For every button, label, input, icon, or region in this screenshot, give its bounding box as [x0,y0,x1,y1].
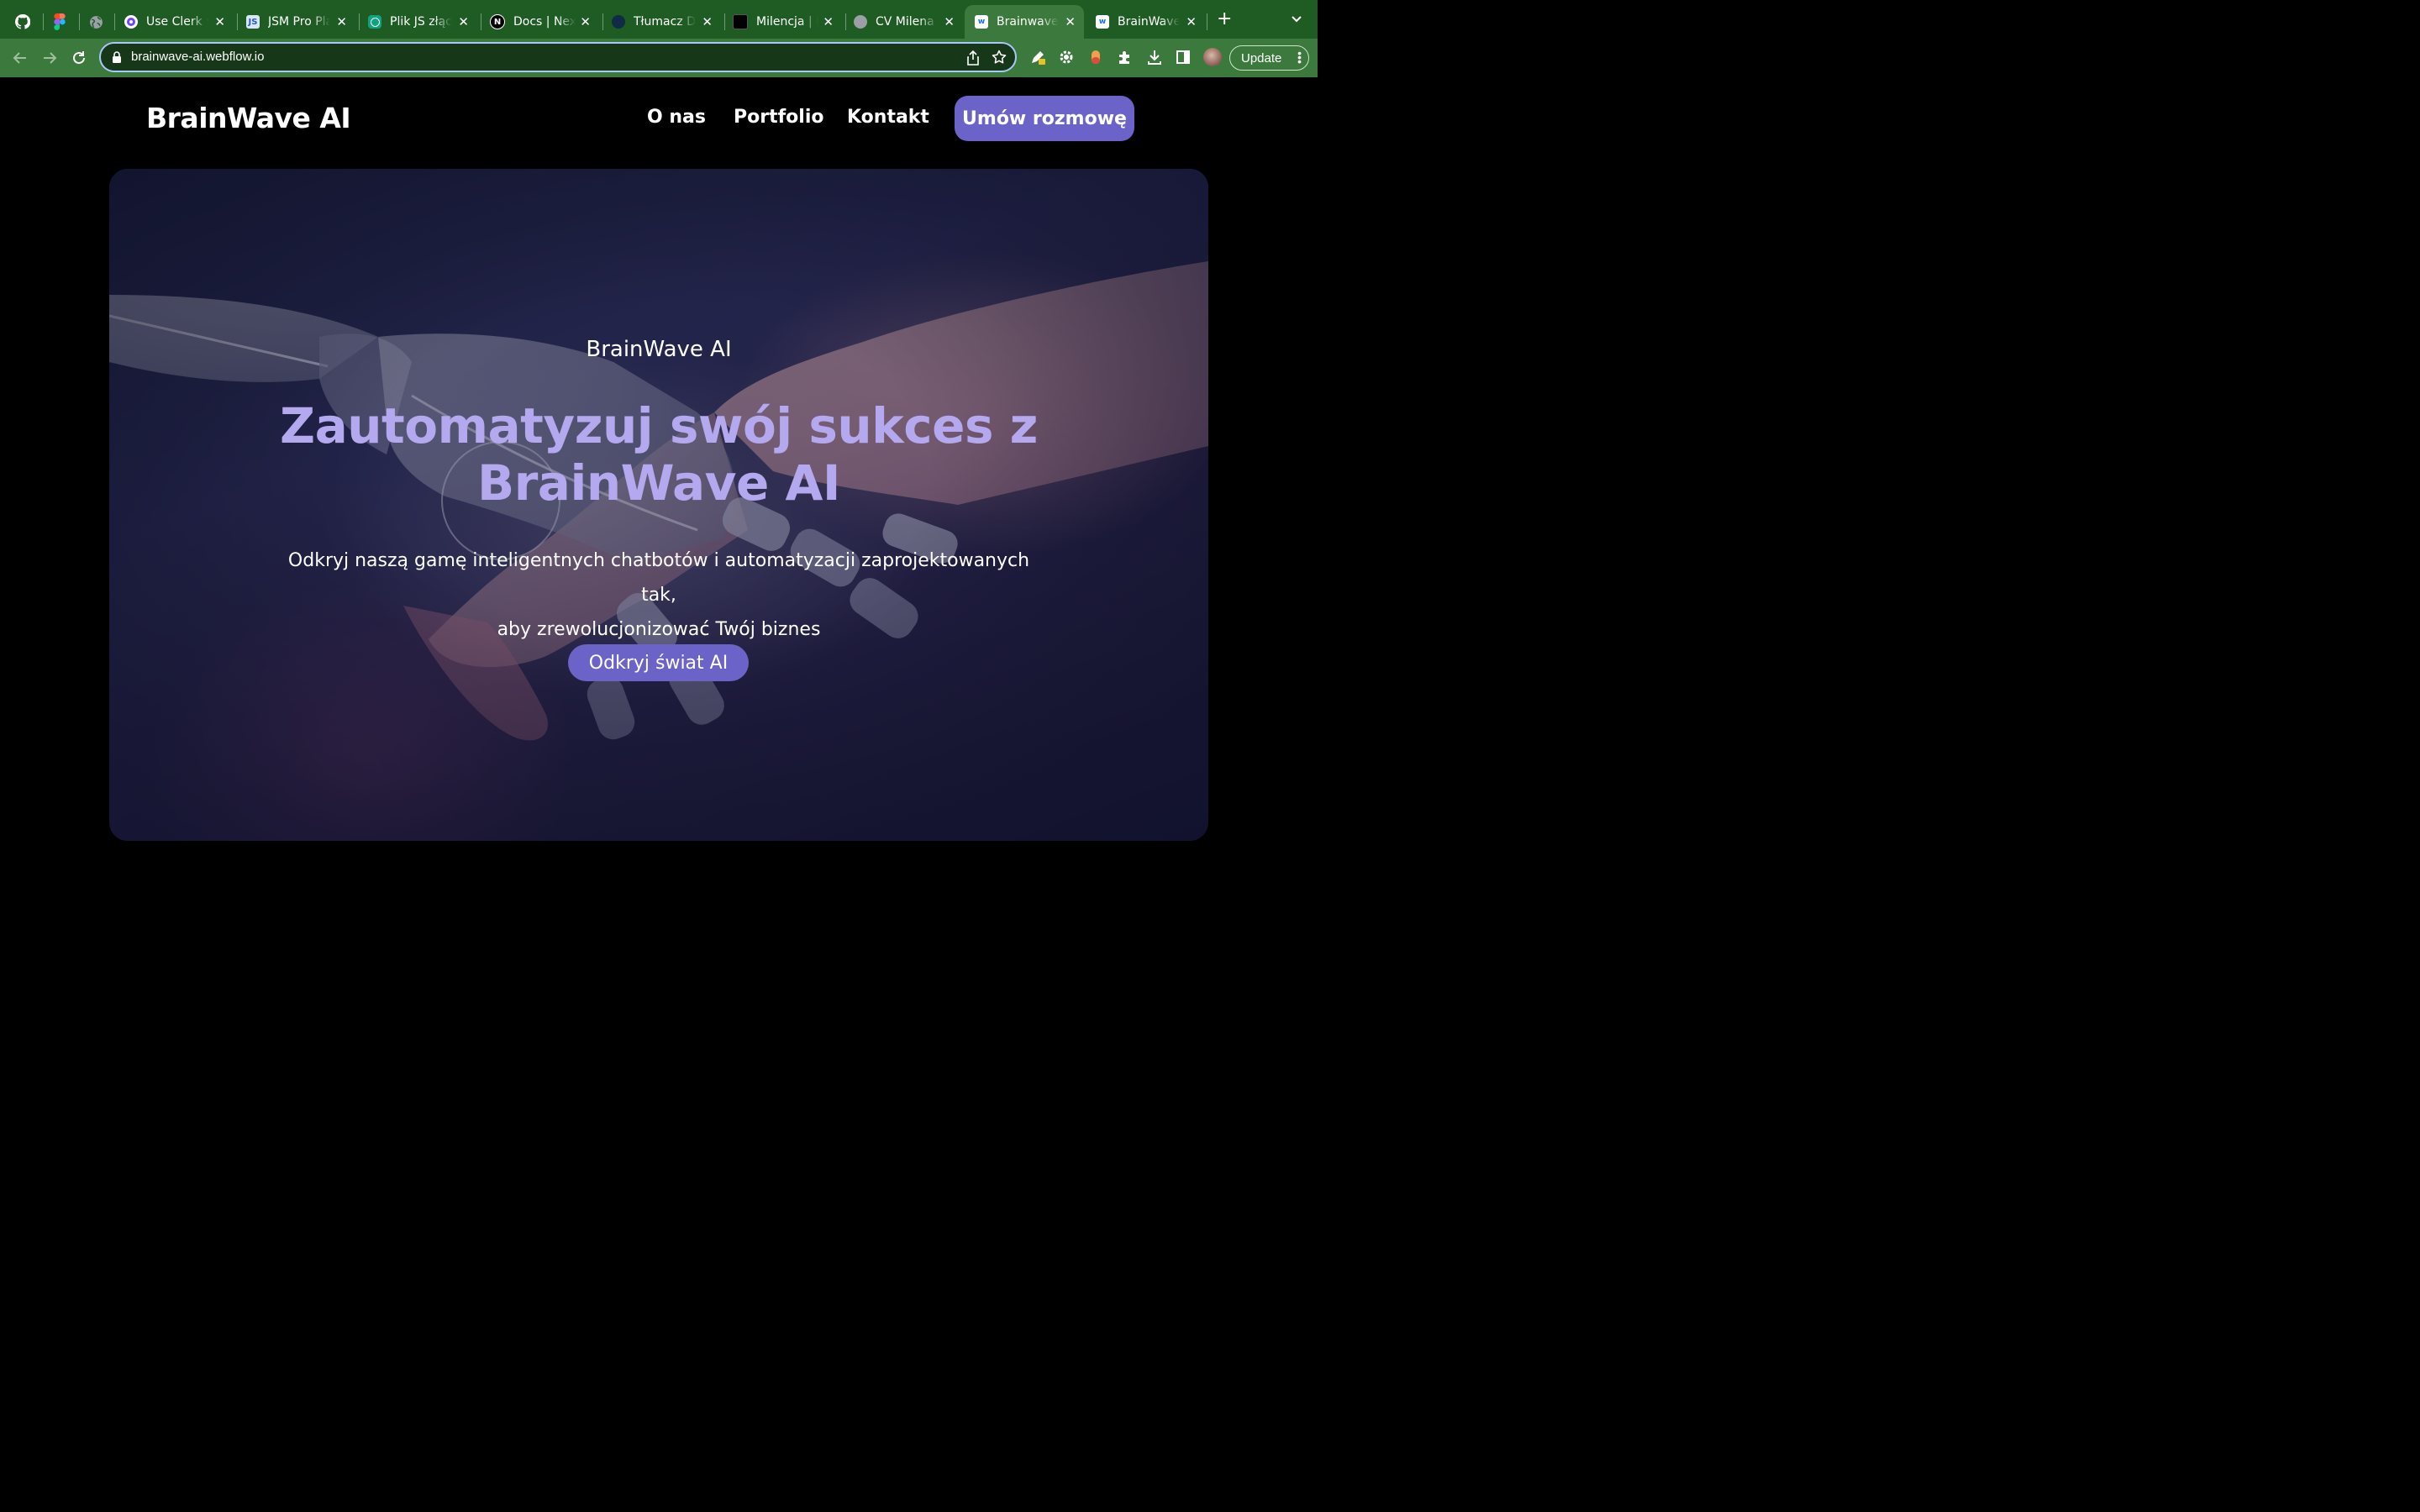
chatgpt-icon [368,15,381,29]
hero-title-line: Zautomatyzuj swój sukces z [280,397,1038,454]
chevron-down-icon[interactable] [1291,13,1302,25]
tab-chatgpt[interactable]: Plik JS złąc ✕ [368,5,477,39]
figma-icon [54,13,66,30]
tab-title: Brainwave A [997,15,1059,29]
hero-section: BrainWave AI Zautomatyzuj swój sukces z … [109,169,1208,841]
tab-deepl[interactable]: Tłumacz De ✕ [612,5,721,39]
discover-ai-button[interactable]: Odkryj świat AI [568,644,749,681]
hero-subtitle-line: Odkryj naszą gamę inteligentnych chatbot… [287,550,1030,606]
tab-nextjs-docs[interactable]: N Docs | Next ✕ [490,5,599,39]
hero-subtitle-line: aby zrewolucjonizować Twój biznes [497,619,821,640]
tab-cv[interactable]: CV Milena I ✕ [854,5,963,39]
forward-button[interactable] [40,49,59,67]
close-icon[interactable]: ✕ [580,14,591,29]
tab-brainwave-active[interactable]: w Brainwave A ✕ [965,5,1084,39]
github-icon [15,14,30,29]
bookmark-star-icon[interactable] [992,50,1007,65]
close-icon[interactable]: ✕ [336,14,347,29]
close-icon[interactable]: ✕ [458,14,469,29]
tab-title: Milencja | P [756,15,818,29]
new-tab-plus-icon[interactable]: + [1217,10,1232,29]
close-icon[interactable]: ✕ [214,14,225,29]
tab-github[interactable] [15,5,39,39]
nextjs-icon: N [490,14,505,29]
reload-button[interactable] [70,49,88,67]
tab-title: JSM Pro Pla [268,15,330,29]
close-icon[interactable]: ✕ [944,14,955,29]
extension-pen-icon[interactable] [1029,49,1046,66]
update-button[interactable]: Update • • • [1229,45,1309,71]
back-button[interactable] [11,49,29,67]
hero-subtitle: Odkryj naszą gamę inteligentnych chatbot… [277,543,1040,647]
globe-icon [90,15,103,29]
deepl-icon [612,15,625,29]
tab-separator [359,13,360,30]
tab-globe[interactable] [89,5,113,39]
lock-icon [113,51,121,63]
tab-title: Docs | Next [513,15,576,29]
nav-link-portfolio[interactable]: Portfolio [734,107,824,128]
close-icon[interactable]: ✕ [1186,14,1197,29]
tab-separator [237,13,238,30]
extension-pill-icon[interactable] [1087,49,1104,66]
web-page: BrainWave AI O nas Portfolio Kontakt Umó… [0,78,1318,841]
clerk-icon [124,15,138,29]
close-icon[interactable]: ✕ [702,14,713,29]
more-vertical-icon[interactable]: • • • [1297,47,1302,67]
extensions-puzzle-icon[interactable] [1117,49,1134,66]
hero-eyebrow: BrainWave AI [586,337,732,362]
update-label: Update [1241,50,1282,66]
jsm-icon: JS [246,15,260,29]
url-text[interactable]: brainwave-ai.webflow.io [131,50,264,64]
milencja-icon [733,14,748,29]
download-icon[interactable] [1146,49,1163,66]
tab-separator [79,13,80,30]
site-logo[interactable]: BrainWave AI [146,102,351,134]
side-panel-icon[interactable] [1175,49,1192,66]
tab-separator [602,13,603,30]
webflow-icon: w [1096,15,1109,29]
nav-link-about[interactable]: O nas [647,107,706,128]
close-icon[interactable]: ✕ [823,14,834,29]
hero-title: Zautomatyzuj swój sukces z BrainWave AI [260,397,1057,512]
book-call-button[interactable]: Umów rozmowę [955,96,1134,141]
tab-separator [724,13,725,30]
arrow-right-icon [44,52,57,64]
share-icon[interactable] [966,50,980,66]
reload-icon [73,51,85,64]
tab-title: Tłumacz De [634,15,696,29]
tab-separator [845,13,846,30]
tab-figma[interactable] [54,5,77,39]
tab-clerk[interactable]: Use Clerk w ✕ [124,5,234,39]
webflow-icon: w [975,15,988,29]
hero-title-line: BrainWave AI [477,454,840,512]
browser-tab-strip: Use Clerk w ✕ JS JSM Pro Pla ✕ Plik JS z… [0,0,1318,39]
profile-avatar[interactable] [1203,48,1222,66]
tab-brainwave[interactable]: w BrainWave ✕ [1096,5,1205,39]
globe-icon [854,15,867,29]
tab-title: Plik JS złąc [390,15,452,29]
address-bar[interactable]: brainwave-ai.webflow.io [99,42,1017,72]
close-icon[interactable]: ✕ [1065,14,1076,29]
tab-separator [43,13,44,30]
nav-link-contact[interactable]: Kontakt [847,107,929,128]
extension-gear-icon[interactable] [1058,49,1075,66]
tab-title: CV Milena I [876,15,938,29]
tab-jsm[interactable]: JS JSM Pro Pla ✕ [246,5,355,39]
tab-separator [114,13,115,30]
tab-title: Use Clerk w [146,15,208,29]
tab-title: BrainWave [1118,15,1180,29]
arrow-left-icon [13,52,26,64]
tab-milencja[interactable]: Milencja | P ✕ [733,5,842,39]
